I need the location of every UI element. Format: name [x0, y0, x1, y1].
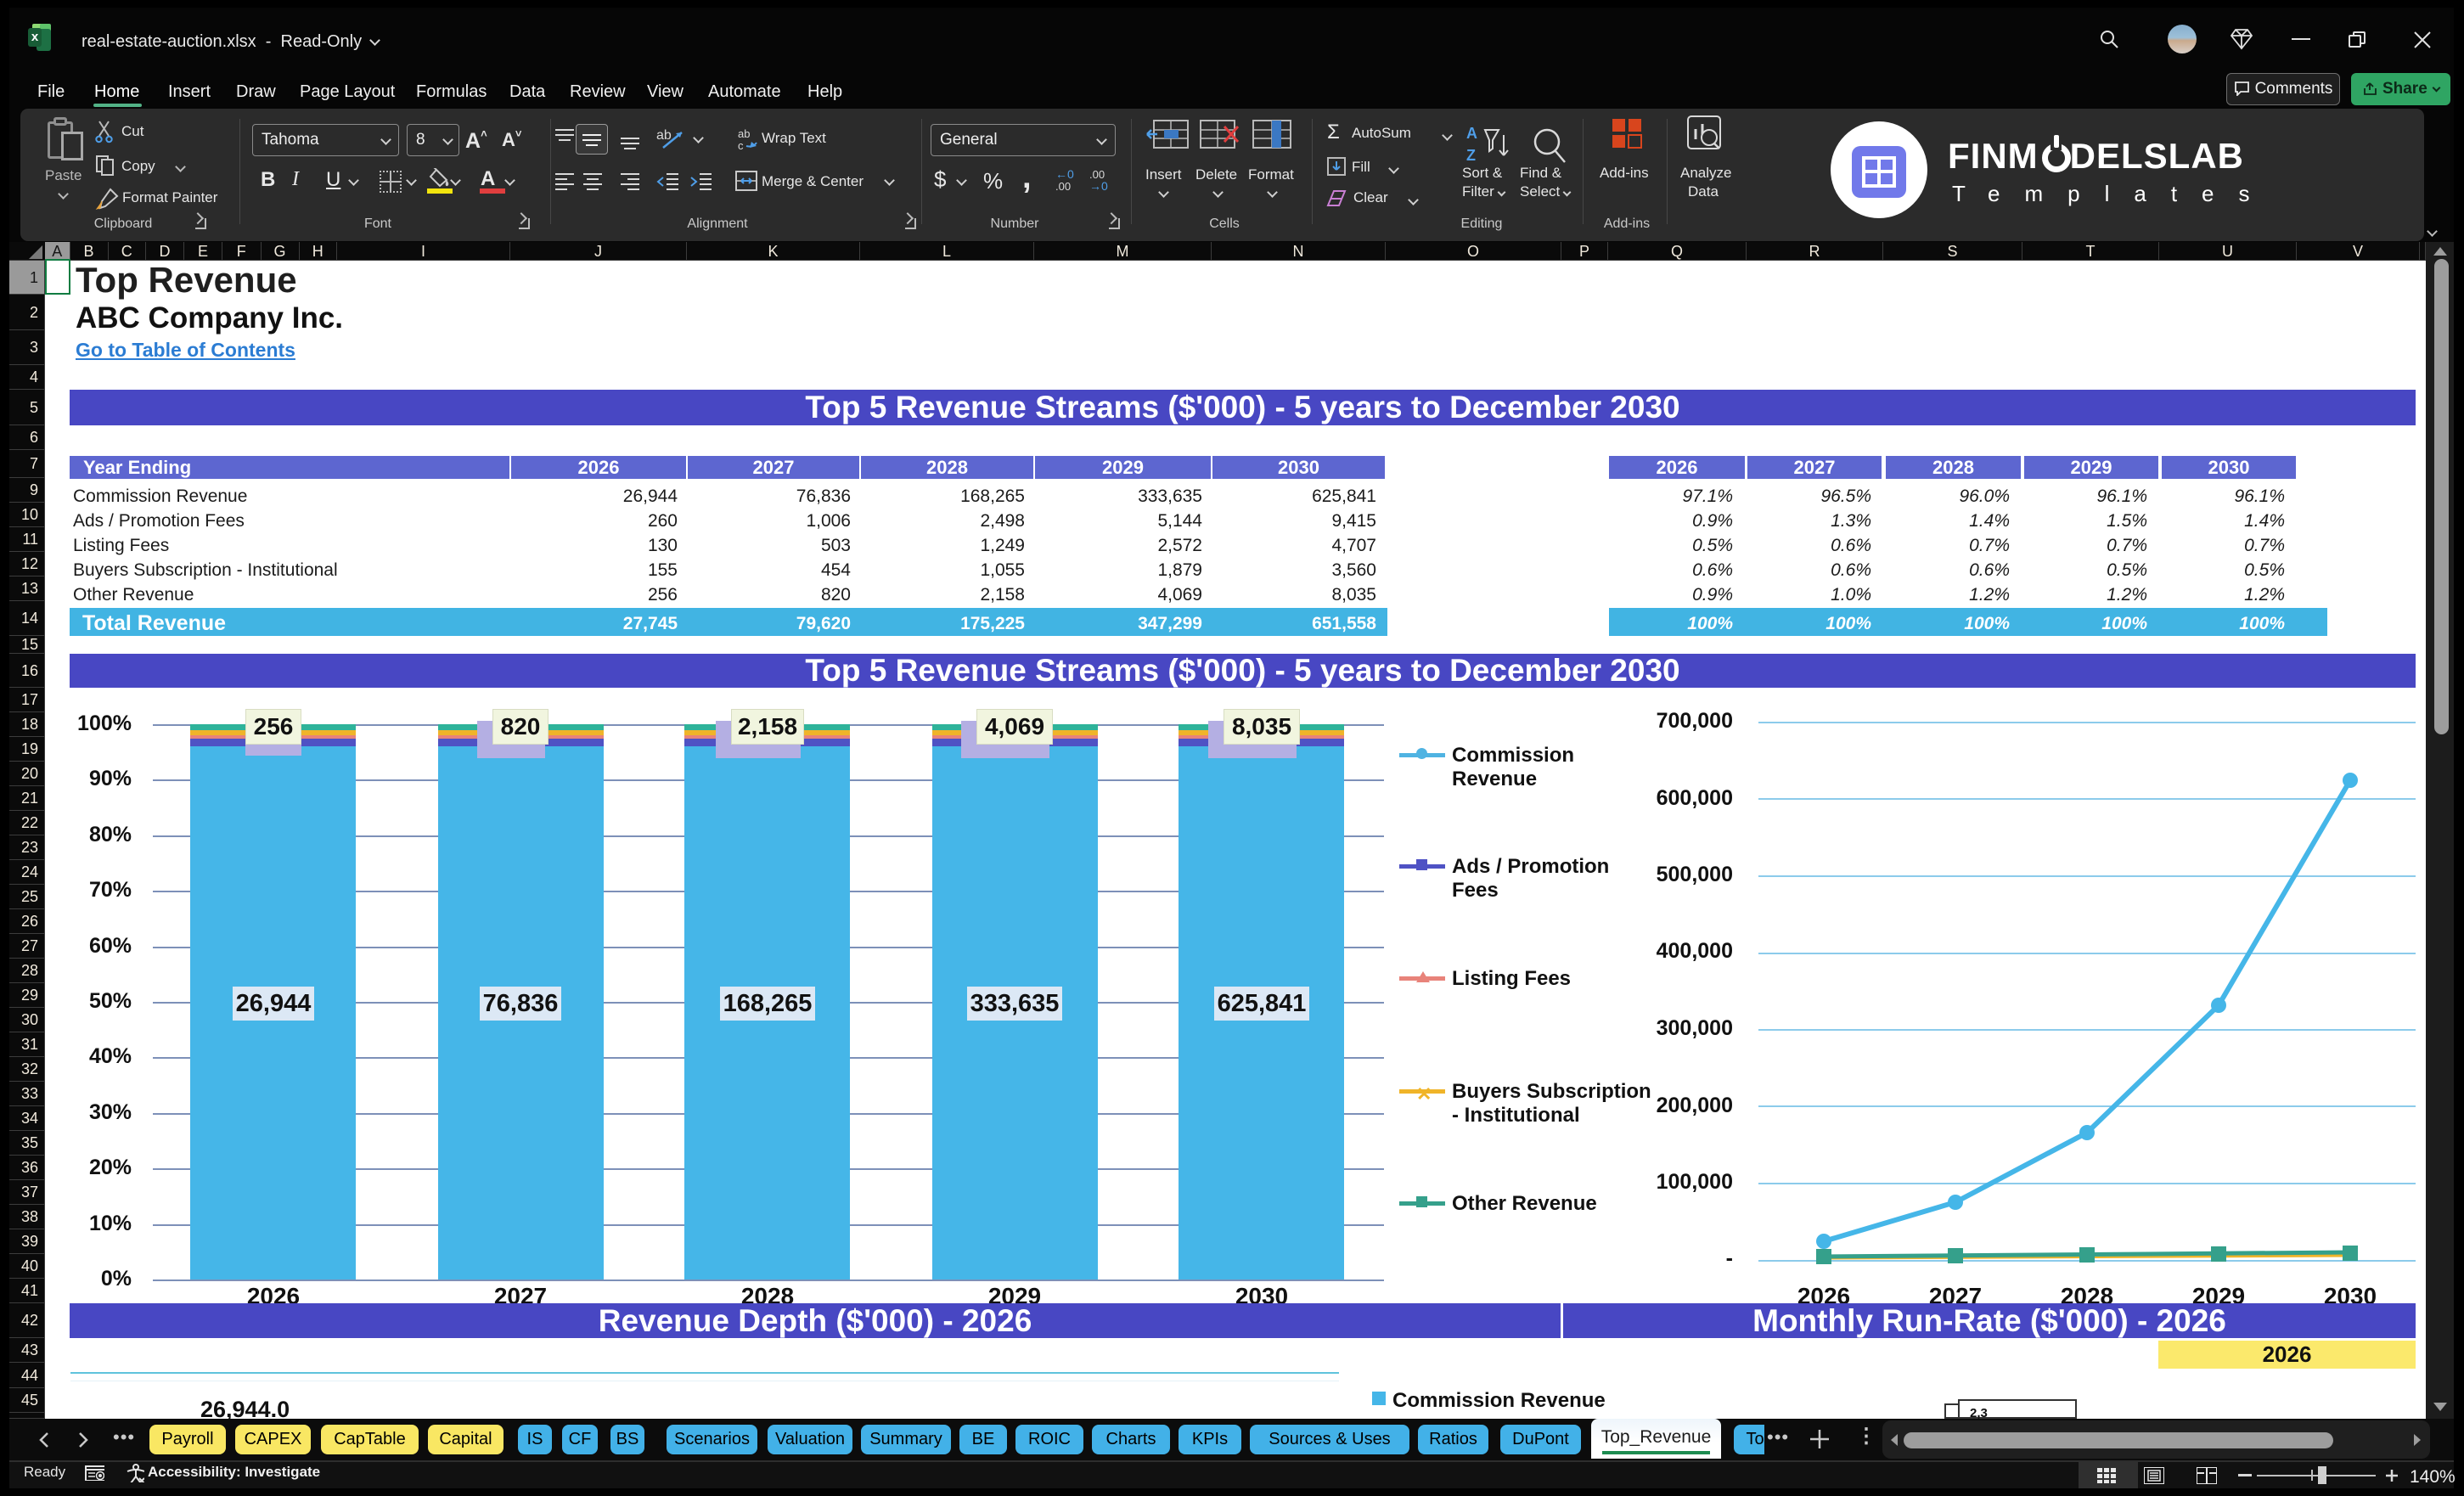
svg-text:Z: Z: [1466, 147, 1476, 164]
svg-text:ab: ab: [738, 127, 750, 140]
svg-text:←0: ←0: [1055, 168, 1074, 181]
svg-text:A: A: [1466, 125, 1477, 142]
svg-text:ab: ab: [656, 128, 672, 143]
svg-text:.00: .00: [1055, 180, 1071, 192]
svg-text:→0: →0: [1089, 179, 1108, 192]
svg-text:c: c: [738, 139, 744, 151]
